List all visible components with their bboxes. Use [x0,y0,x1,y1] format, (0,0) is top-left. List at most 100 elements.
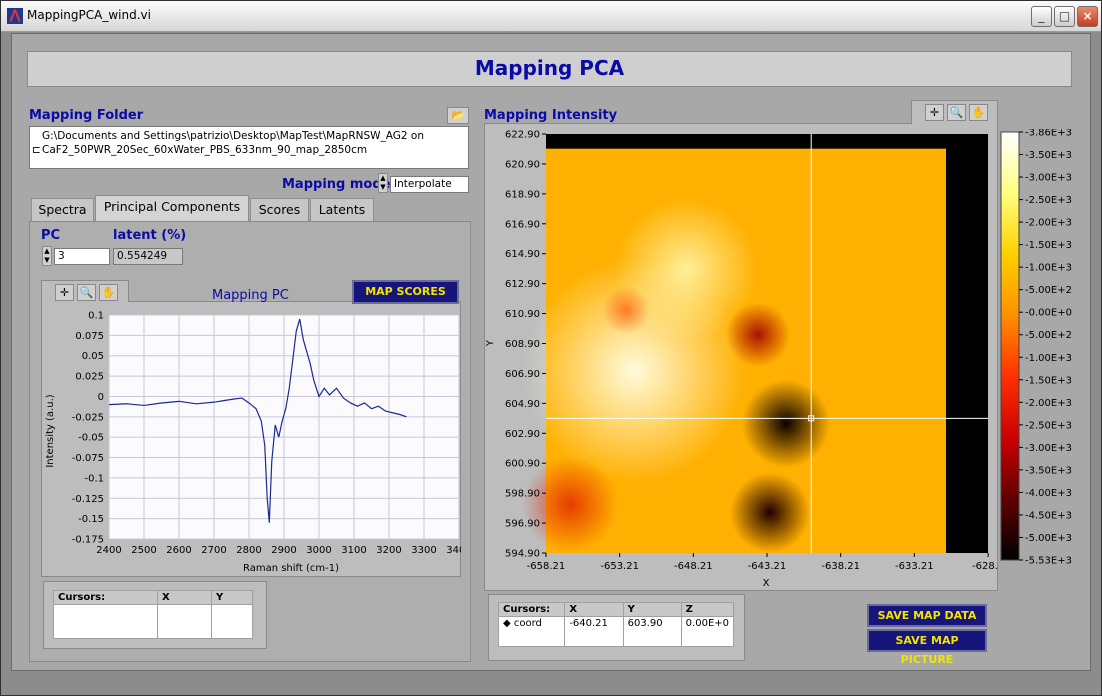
pc-input[interactable]: 3 [54,248,110,265]
colorbar-tick-label: -3.50E+3 [1025,465,1072,476]
map-cursor-name: coord [513,618,542,629]
colorbar-tick-label: -5.53E+3 [1025,556,1072,567]
cursor-crosshair-icon[interactable]: ✛ [55,284,74,301]
map-y-tick-label: 596.90 [505,519,540,530]
colorbar-tick-label: -3.86E+3 [1025,129,1072,139]
colorbar-tick-label: -5.00E+2 [1025,330,1072,341]
map-x-tick-label: -633.21 [895,561,934,572]
pc-x-tick-label: 3000 [306,545,331,556]
pc-cursor-cell [211,604,253,639]
pc-label: PC [41,228,61,243]
colorbar-ramp [1000,131,1020,561]
map-cursor-y: 603.90 [622,616,682,647]
mapping-intensity-label: Mapping Intensity [484,108,618,123]
save-map-picture-button[interactable]: SAVE MAP PICTURE [867,629,987,666]
colorbar-tick-label: -1.00E+3 [1025,353,1072,364]
colorbar-tick-label: -0.00E+0 [1025,308,1072,319]
pc-y-tick-label: -0.05 [78,433,104,444]
pc-y-tick-label: -0.15 [78,514,104,525]
map-cursor-crosshair-icon[interactable]: ✛ [925,104,944,121]
intensity-heatmap[interactable]: Y X -658.21 -653.21 -648.21 -643.21 -638.21 -… [484,123,998,591]
tab-principal-components[interactable]: Principal Components [95,195,249,222]
map-zoom-icon[interactable]: 🔍 [947,104,966,121]
colorbar-tick-label: -1.00E+3 [1025,263,1072,274]
map-cursor-table[interactable]: Cursors: X Y Z ◆ coord -640.21 603.90 0.… [497,602,735,647]
pc-line-chart[interactable]: Intensity (a.u.) Raman shift (cm-1) 2400… [41,301,461,577]
pc-x-tick-label: 2900 [271,545,296,556]
pan-hand-icon[interactable]: ✋ [99,284,118,301]
pc-y-tick-label: 0.1 [88,311,104,322]
colorbar-tick-label: -2.50E+3 [1025,195,1072,206]
mapping-mode-label: Mapping mode [282,177,391,192]
labview-app-icon: ⋀ [7,8,23,24]
colorbar-tick-label: -1.50E+3 [1025,240,1072,251]
pc-x-tick-label: 3300 [411,545,436,556]
map-cursor-header-cursors: Cursors: [497,602,566,617]
pc-cursor-cell [157,604,212,639]
colorbar-tick-label: -5.00E+2 [1025,285,1072,296]
pc-stepper-icon[interactable]: ▲ ▼ [42,246,52,266]
pc-x-tick-label: 2400 [96,545,121,556]
latent-label: latent (%) [113,228,187,243]
map-y-tick-label: 610.90 [505,309,540,320]
map-cursor-header-x: X [564,602,624,617]
pc-cursor-table[interactable]: Cursors: X Y [53,590,253,639]
map-x-tick-label: -628.2 [972,561,998,572]
zoom-icon[interactable]: 🔍 [77,284,96,301]
colorbar-tick-label: -3.50E+3 [1025,150,1072,161]
map-y-tick-label: 600.90 [505,459,540,470]
pc-cursor-header-x: X [157,590,212,605]
pc-y-tick-label: 0 [98,392,104,403]
minimize-button[interactable]: _ [1031,6,1052,27]
pc-y-tick-label: -0.025 [72,412,104,423]
tab-scores[interactable]: Scores [250,198,309,222]
mapping-folder-path[interactable]: G:\Documents and Settings\patrizio\Deskt… [29,126,469,169]
close-button[interactable]: × [1077,6,1098,27]
map-cursor-name-cell[interactable]: ◆ coord [497,616,566,647]
map-ylabel: Y [485,339,496,347]
colorbar-tick-label: -3.00E+3 [1025,443,1072,454]
pc-cursor-cell [53,604,158,639]
pc-x-tick-label: 3400 [446,545,461,556]
map-x-tick-label: -653.21 [600,561,639,572]
map-y-tick-label: 594.90 [505,549,540,560]
pc-y-tick-label: 0.025 [75,372,104,383]
colorbar-tick-label: -4.50E+3 [1025,510,1072,521]
map-y-tick-label: 620.90 [505,159,540,170]
save-map-data-button[interactable]: SAVE MAP DATA [867,604,987,627]
tab-latents[interactable]: Latents [310,198,374,222]
page-title: Mapping PCA [474,56,625,80]
pc-x-tick-label: 3100 [341,545,366,556]
pc-xlabel: Raman shift (cm-1) [243,563,339,574]
map-y-tick-label: 622.90 [505,130,540,141]
title-bar[interactable]: ⋀ MappingPCA_wind.vi _ □ × [1,1,1101,32]
pc-ylabel: Intensity (a.u.) [45,394,56,467]
mapping-mode-value[interactable]: Interpolate [390,176,469,193]
window-title: MappingPCA_wind.vi [27,8,151,22]
pc-y-tick-label: 0.05 [82,351,104,362]
mapping-folder-label: Mapping Folder [29,108,144,123]
colorbar-tick-label: -4.00E+3 [1025,488,1072,499]
path-icon: ⊏ [32,144,41,156]
heatmap-region [726,302,791,367]
mapping-mode-ring-arrows-icon[interactable]: ▲ ▼ [378,173,388,193]
map-x-tick-label: -638.21 [821,561,860,572]
pc-cursor-header-cursors: Cursors: [53,590,158,605]
pc-x-tick-label: 3200 [376,545,401,556]
map-y-tick-label: 604.90 [505,399,540,410]
pc-x-tick-label: 2600 [166,545,191,556]
map-pan-hand-icon[interactable]: ✋ [969,104,988,121]
pc-x-tick-label: 2700 [201,545,226,556]
heatmap-region [730,472,811,553]
tab-spectra[interactable]: Spectra [31,198,94,222]
pc-y-tick-label: -0.075 [72,453,104,464]
pc-cursor-header-y: Y [211,590,253,605]
heatmap-region [602,286,651,335]
pc-y-tick-label: -0.125 [72,494,104,505]
pc-y-tick-label: 0.075 [75,331,104,342]
maximize-button[interactable]: □ [1054,6,1075,27]
pc-y-tick-label: -0.175 [72,535,104,546]
browse-folder-icon[interactable]: 📂 [447,107,469,124]
folder-path-line1: G:\Documents and Settings\patrizio\Deskt… [42,130,425,142]
cursor-diamond-icon: ◆ [503,618,511,629]
